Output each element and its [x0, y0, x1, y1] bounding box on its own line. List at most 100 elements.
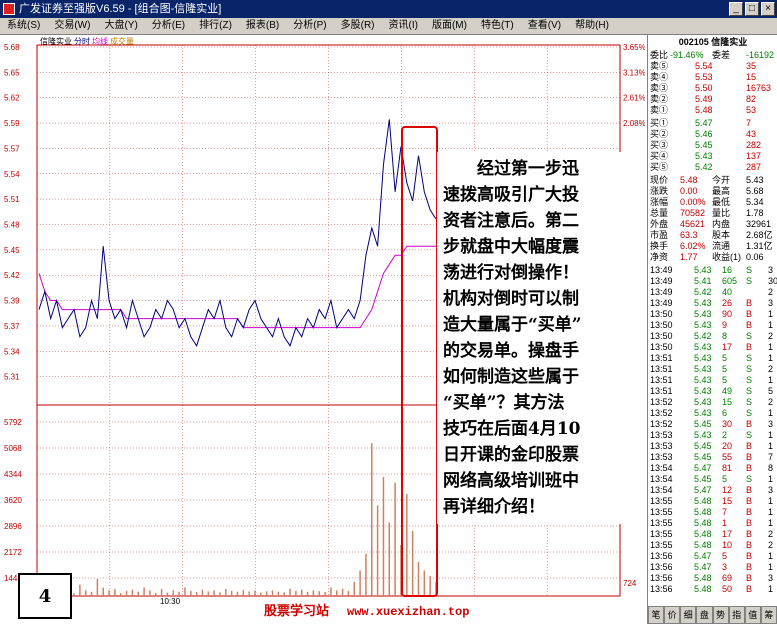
annotation-line: 荡进行对倒操作！ [443, 263, 579, 283]
quote-cell: 137 [746, 151, 762, 161]
quote-cell: 1 [768, 320, 774, 330]
maximize-button[interactable]: □ [745, 2, 759, 16]
price-tick-label: 5.68 [4, 43, 20, 52]
menu-report[interactable]: 报表(B) [239, 18, 286, 34]
menu-analysis-2[interactable]: 分析(P) [286, 18, 333, 34]
quote-cell: 1 [768, 353, 774, 363]
quote-tab[interactable]: 势 [712, 606, 729, 624]
quote-cell: S [746, 430, 753, 440]
annotation-line: 步就盘中大幅度震 [443, 237, 579, 257]
quote-cell: 2 [722, 430, 728, 440]
quote-cell: 13:55 [650, 529, 673, 539]
quote-cell: 0.00 [680, 186, 698, 196]
quote-cell: 5.68 [746, 186, 764, 196]
menu-system[interactable]: 系统(S) [0, 18, 47, 34]
tick-row: 13:55 5.48 1 B 1 [650, 518, 776, 529]
quote-cell: 5.43 [694, 386, 712, 396]
quote-cell: 0.06 [746, 252, 764, 262]
tick-row: 13:50 5.43 9 B 1 [650, 320, 776, 331]
quote-cell: 5.43 [694, 265, 712, 275]
quote-cell: 12 [722, 485, 733, 495]
quote-cell: B [746, 540, 753, 550]
quote-cell: 50 [722, 584, 733, 594]
quote-cell: 市盈 [650, 230, 669, 240]
quote-cell: 1 [768, 375, 774, 385]
quote-cell: 委比 [650, 50, 669, 60]
tick-row: 13:52 5.43 15 S 2 [650, 397, 776, 408]
quote-cell: 15 [722, 397, 733, 407]
quote-cell: 282 [746, 140, 762, 150]
quote-cell: 1 [722, 518, 728, 528]
annotation-line: 资者注意后。第二 [443, 211, 579, 231]
pct-tick-label: 2.08% [623, 119, 645, 128]
quote-cell: 5.43 [694, 320, 712, 330]
menu-analysis[interactable]: 分析(E) [145, 18, 192, 34]
quote-cell: 卖④ [650, 72, 669, 82]
volume-right-label: 724 [623, 579, 637, 588]
tick-row: 13:56 5.48 69 B 3 [650, 573, 776, 584]
quote-tab[interactable]: 细 [680, 606, 697, 624]
order-ratio-row: 委比 -91.46% 委差 -16192 [650, 50, 776, 61]
menu-multi[interactable]: 多股(R) [334, 18, 382, 34]
price-tick-label: 5.34 [4, 347, 20, 356]
quote-cell: 5.42 [694, 331, 712, 341]
volume-tick-label: 5068 [4, 444, 22, 453]
quote-tab[interactable]: 笔 [648, 606, 665, 624]
quote-cell: 7 [722, 507, 728, 517]
chart-legend-label: 分时 [74, 36, 90, 46]
tick-row: 13:52 5.45 30 B 3 [650, 419, 776, 430]
menu-bar: 系统(S) 交易(W) 大盘(Y) 分析(E) 排行(Z) 报表(B) 分析(P… [0, 18, 777, 35]
menu-rank[interactable]: 排行(Z) [192, 18, 239, 34]
annotation-line: 日开课的金印股票 [443, 445, 579, 465]
quote-cell: 5.54 [695, 61, 713, 71]
quote-tab[interactable]: 指 [728, 606, 745, 624]
quote-cell: 13:55 [650, 518, 673, 528]
quote-cell: 13:56 [650, 562, 673, 572]
quote-tab[interactable]: 盘 [696, 606, 713, 624]
menu-market[interactable]: 大盘(Y) [97, 18, 144, 34]
menu-help[interactable]: 帮助(H) [568, 18, 616, 34]
quote-cell: B [746, 320, 753, 330]
menu-feature[interactable]: 特色(T) [474, 18, 521, 34]
quote-cell: 1 [768, 507, 774, 517]
buy-level-row: 买② 5.46 43 [650, 129, 776, 140]
quote-tab[interactable]: 值 [744, 606, 761, 624]
quote-cell: 5.48 [694, 573, 712, 583]
quote-tab[interactable]: 筹 [760, 606, 777, 624]
quote-cell: 70582 [680, 208, 706, 218]
menu-info[interactable]: 资讯(I) [382, 18, 425, 34]
quote-cell: 2 [768, 529, 774, 539]
tick-row: 13:49 5.43 26 B 3 [650, 298, 776, 309]
quote-cell: 卖③ [650, 83, 669, 93]
quote-cell: 换手 [650, 241, 669, 251]
stat-row: 涨跌 0.00 最高 5.68 [650, 186, 776, 197]
quote-cell: 5.43 [695, 151, 713, 161]
quote-cell: 13:56 [650, 573, 673, 583]
tick-row: 13:54 5.45 5 S 1 [650, 474, 776, 485]
quote-cell: S [746, 364, 753, 374]
quote-tab[interactable]: 价 [664, 606, 681, 624]
tick-row: 13:55 5.48 17 B 2 [650, 529, 776, 540]
quote-cell: 3 [768, 573, 774, 583]
quote-cell: B [746, 309, 753, 319]
pct-tick-label: 2.61% [623, 94, 645, 103]
menu-view[interactable]: 查看(V) [521, 18, 568, 34]
tick-row: 13:49 5.42 40 2 [650, 287, 776, 298]
quote-cell: 内盘 [712, 219, 731, 229]
quote-cell: 13:55 [650, 507, 673, 517]
quote-cell: 13:53 [650, 452, 673, 462]
quote-cell: 13:49 [650, 298, 673, 308]
quote-cell: 5.43 [694, 408, 712, 418]
quote-cell: 17 [722, 529, 733, 539]
menu-trade[interactable]: 交易(W) [47, 18, 97, 34]
close-button[interactable]: × [761, 2, 775, 16]
quote-cell: 5.48 [680, 175, 698, 185]
minimize-button[interactable]: _ [729, 2, 743, 16]
quote-cell: 26 [722, 298, 733, 308]
quote-cell: 1 [768, 441, 774, 451]
quote-cell: 5.48 [694, 496, 712, 506]
menu-layout[interactable]: 版面(M) [425, 18, 474, 34]
tick-row: 13:53 5.43 2 S 1 [650, 430, 776, 441]
quote-cell: 5.45 [694, 419, 712, 429]
quote-cell: 卖⑤ [650, 61, 669, 71]
